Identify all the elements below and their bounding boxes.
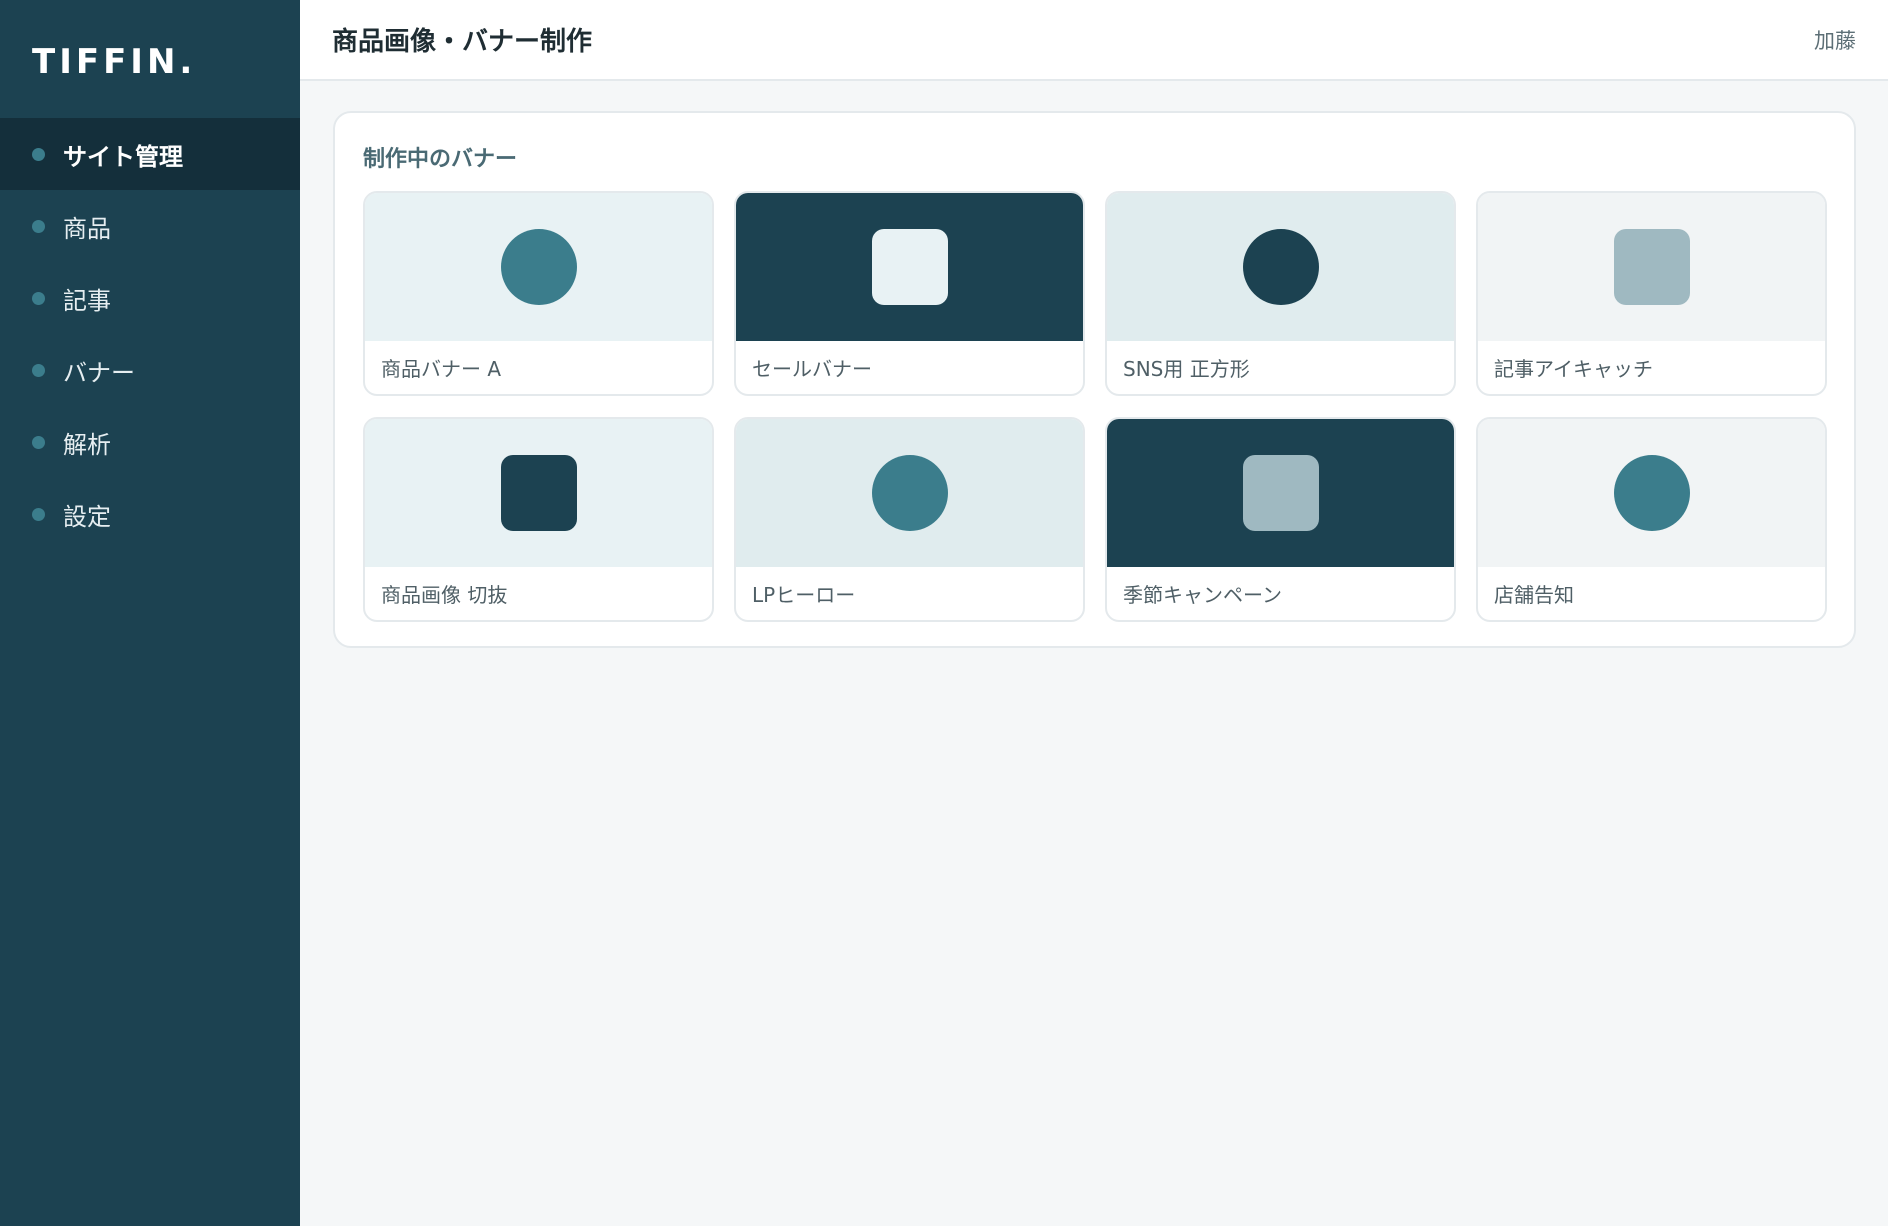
- banner-card[interactable]: 記事アイキャッチ: [1476, 191, 1827, 396]
- banner-card[interactable]: セールバナー: [734, 191, 1085, 396]
- sidebar-item-products[interactable]: 商品: [0, 190, 300, 262]
- banner-card-label: SNS用 正方形: [1123, 357, 1250, 381]
- square-shape-icon: [871, 229, 948, 305]
- sidebar-item-site-management[interactable]: サイト管理: [0, 118, 300, 190]
- sidebar-item-label: バナー: [63, 358, 135, 387]
- sidebar-item-label: 解析: [63, 430, 111, 459]
- circle-shape-icon: [871, 455, 948, 531]
- banner-card-label: 商品バナー A: [381, 357, 502, 381]
- banner-card[interactable]: 店舗告知: [1476, 417, 1827, 622]
- sidebar-item-banners[interactable]: バナー: [0, 334, 300, 406]
- sidebar-item-label: サイト管理: [63, 142, 183, 171]
- circle-shape-icon: [1613, 455, 1690, 531]
- sidebar-item-label: 商品: [63, 214, 111, 243]
- banner-thumbnail: [365, 419, 712, 567]
- logo: TIFFIN.: [32, 42, 197, 82]
- banner-thumbnail: [736, 193, 1083, 341]
- sidebar-item-analytics[interactable]: 解析: [0, 406, 300, 478]
- banner-card[interactable]: LPヒーロー: [734, 417, 1085, 622]
- circle-shape-icon: [1242, 229, 1319, 305]
- banner-card[interactable]: SNS用 正方形: [1105, 191, 1456, 396]
- banner-thumbnail: [1107, 419, 1454, 567]
- square-shape-icon: [1613, 229, 1690, 305]
- banner-card[interactable]: 商品画像 切抜: [363, 417, 714, 622]
- user-name[interactable]: 加藤: [1814, 25, 1856, 55]
- app-root: TIFFIN. サイト管理 商品 記事 バナー 解析 設定 商品画像・バナー制作…: [0, 0, 1888, 1226]
- banner-card-label: 季節キャンペーン: [1123, 583, 1282, 607]
- dot-icon: [32, 147, 45, 161]
- dot-icon: [32, 435, 45, 449]
- sidebar-item-settings[interactable]: 設定: [0, 478, 300, 550]
- dot-icon: [32, 291, 45, 305]
- sidebar-item-articles[interactable]: 記事: [0, 262, 300, 334]
- banner-card[interactable]: 商品バナー A: [363, 191, 714, 396]
- banner-thumbnail: [736, 419, 1083, 567]
- banner-card-label: セールバナー: [752, 357, 872, 381]
- sidebar-item-label: 記事: [63, 286, 111, 315]
- panel-title: 制作中のバナー: [363, 147, 518, 172]
- page-title: 商品画像・バナー制作: [332, 27, 593, 57]
- dot-icon: [32, 219, 45, 233]
- circle-shape-icon: [500, 229, 577, 305]
- banner-thumbnail: [1478, 193, 1825, 341]
- main-area: 商品画像・バナー制作 加藤 制作中のバナー 商品バナー A セールバナー SNS…: [300, 0, 1888, 1226]
- banner-thumbnail: [365, 193, 712, 341]
- square-shape-icon: [500, 455, 577, 531]
- topbar: 商品画像・バナー制作 加藤: [300, 0, 1888, 81]
- banner-card-label: 店舗告知: [1494, 583, 1574, 607]
- dot-icon: [32, 363, 45, 377]
- banner-card[interactable]: 季節キャンペーン: [1105, 417, 1456, 622]
- sidebar-nav: サイト管理 商品 記事 バナー 解析 設定: [0, 118, 300, 550]
- banner-thumbnail: [1107, 193, 1454, 341]
- banner-thumbnail: [1478, 419, 1825, 567]
- banner-card-label: 記事アイキャッチ: [1494, 357, 1653, 381]
- banner-grid: 商品バナー A セールバナー SNS用 正方形 記事アイキャッチ 商品画像 切抜…: [363, 191, 1827, 622]
- dot-icon: [32, 507, 45, 521]
- sidebar-item-label: 設定: [63, 502, 111, 531]
- content: 制作中のバナー 商品バナー A セールバナー SNS用 正方形 記事アイキャッチ…: [300, 81, 1888, 678]
- banner-card-label: 商品画像 切抜: [381, 583, 508, 607]
- banner-card-label: LPヒーロー: [752, 583, 856, 607]
- sidebar: TIFFIN. サイト管理 商品 記事 バナー 解析 設定: [0, 0, 300, 1226]
- square-shape-icon: [1242, 455, 1319, 531]
- banner-panel: 制作中のバナー 商品バナー A セールバナー SNS用 正方形 記事アイキャッチ…: [333, 111, 1856, 648]
